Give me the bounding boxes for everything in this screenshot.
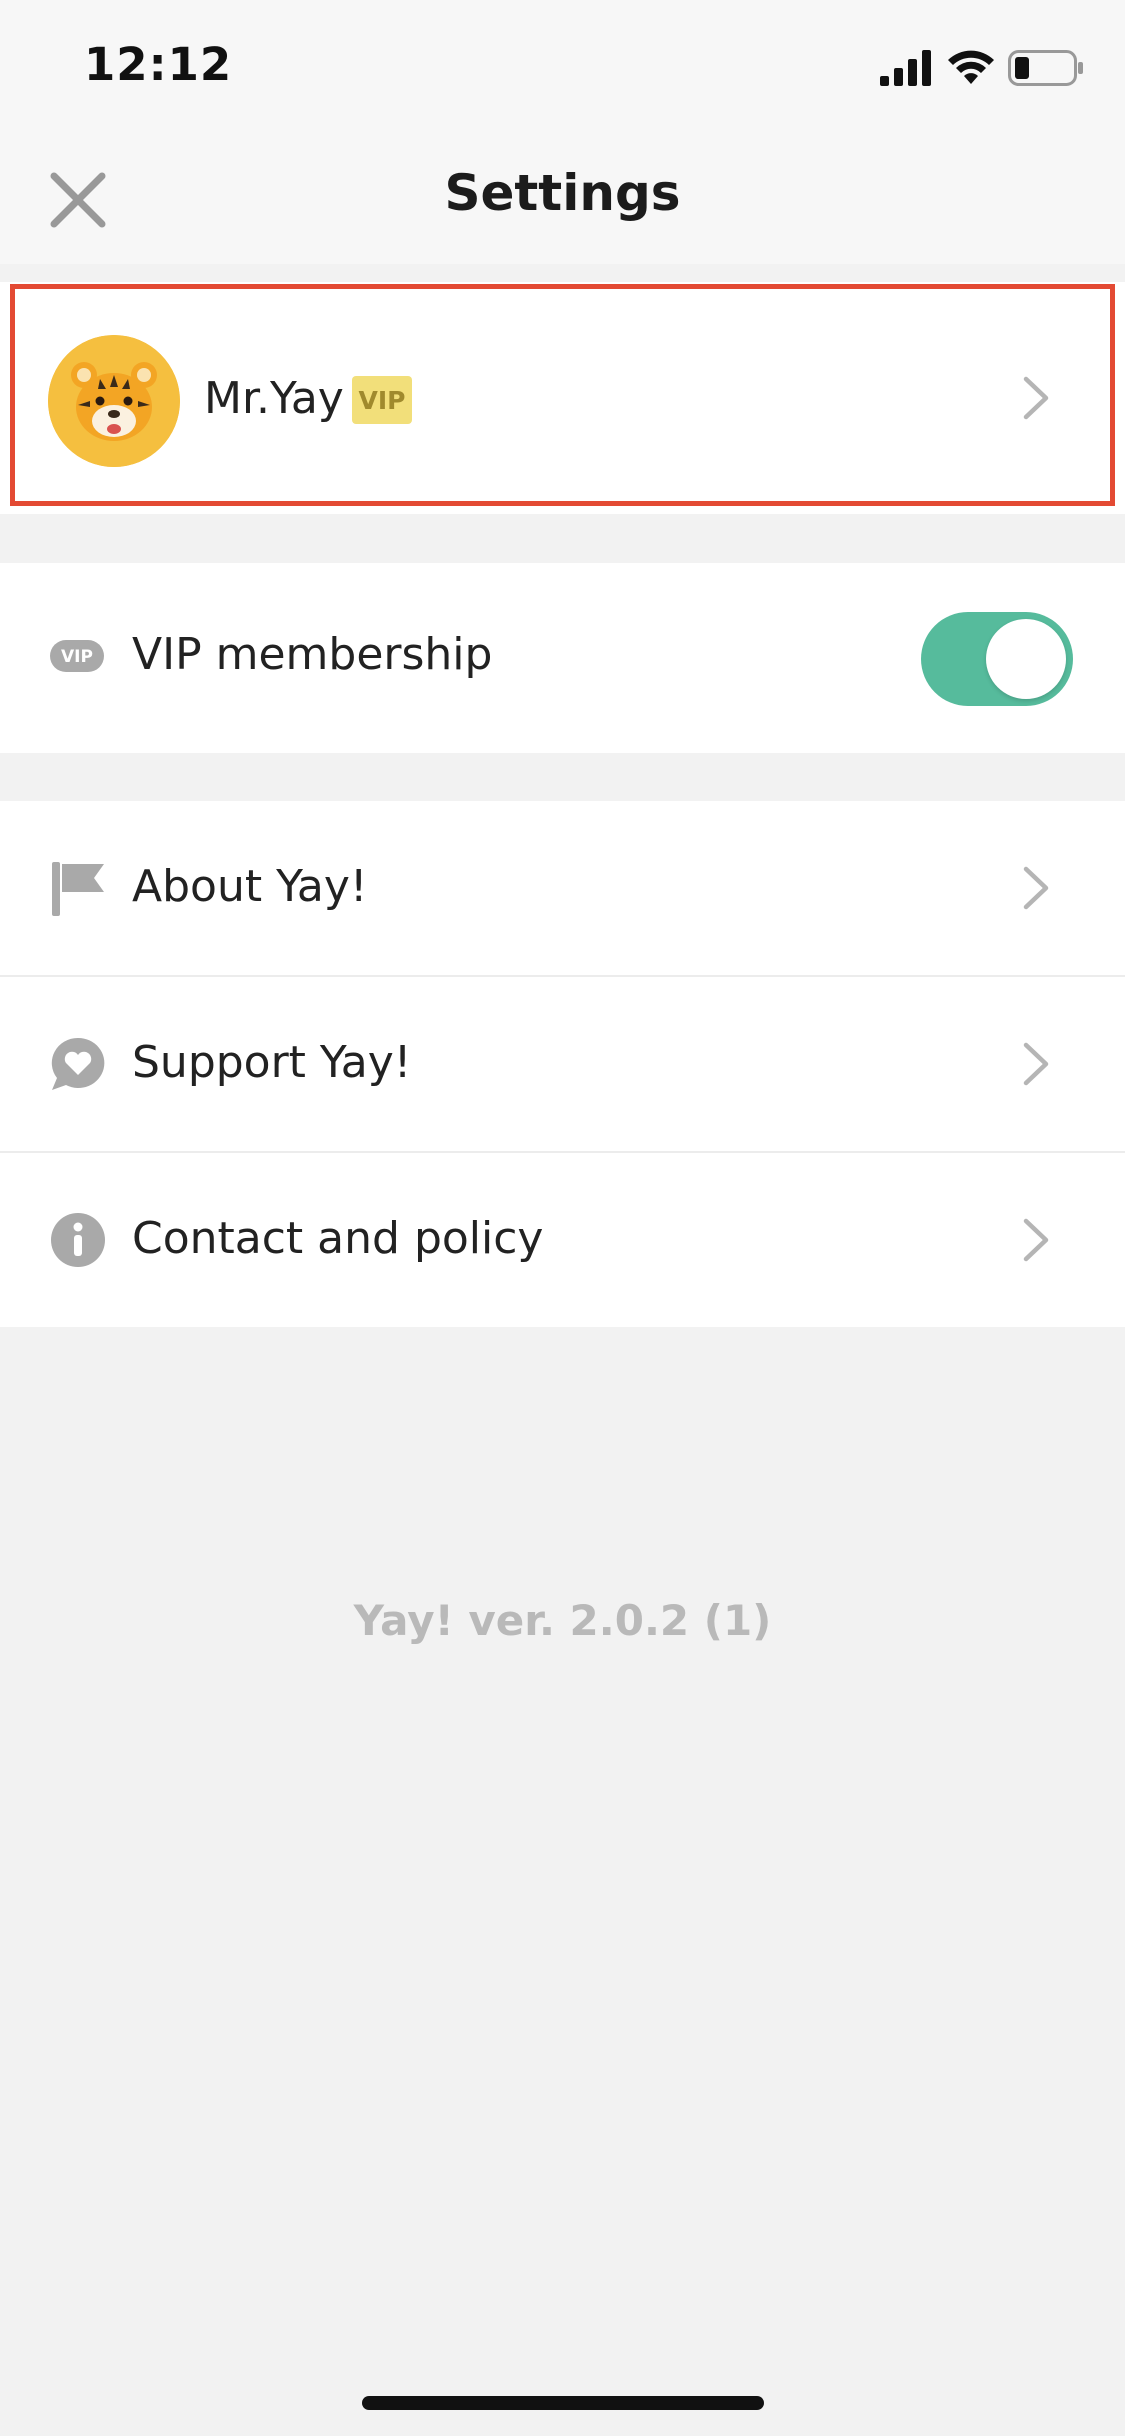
vip-membership-label: VIP membership [132, 629, 493, 680]
menu-item-about[interactable]: About Yay! [0, 801, 1125, 975]
menu-item-label: Support Yay! [132, 1037, 412, 1088]
status-bar: 12:12 [0, 0, 1125, 132]
vip-membership-row: VIP VIP membership [0, 563, 1125, 753]
profile-name: Mr.Yay [204, 373, 344, 424]
svg-text:VIP: VIP [61, 647, 93, 667]
chevron-right-icon [1023, 866, 1049, 910]
status-time: 12:12 [84, 38, 233, 91]
nav-header: Settings [0, 132, 1125, 264]
battery-icon [1008, 50, 1083, 86]
heart-bubble-icon [51, 1037, 105, 1090]
wifi-icon [948, 50, 994, 84]
avatar [48, 335, 180, 467]
signal-icon [880, 50, 931, 86]
chevron-right-icon [1023, 1042, 1049, 1086]
chevron-right-icon [1023, 1218, 1049, 1262]
chevron-right-icon [1023, 376, 1049, 420]
vip-icon: VIP [50, 640, 104, 672]
profile-row[interactable]: Mr.Yay VIP [0, 282, 1125, 514]
menu-item-support[interactable]: Support Yay! [0, 977, 1125, 1151]
menu-item-label: Contact and policy [132, 1213, 544, 1264]
vip-membership-toggle[interactable] [921, 612, 1073, 706]
toggle-knob [986, 619, 1066, 699]
menu-item-contact-policy[interactable]: Contact and policy [0, 1153, 1125, 1327]
info-icon [51, 1213, 105, 1267]
tiger-face-icon [48, 335, 180, 467]
flag-icon [52, 862, 104, 916]
page-title: Settings [444, 164, 681, 222]
vip-badge: VIP [352, 376, 412, 424]
menu-item-label: About Yay! [132, 861, 368, 912]
version-text: Yay! ver. 2.0.2 (1) [353, 1596, 772, 1645]
home-indicator[interactable] [362, 2396, 764, 2410]
